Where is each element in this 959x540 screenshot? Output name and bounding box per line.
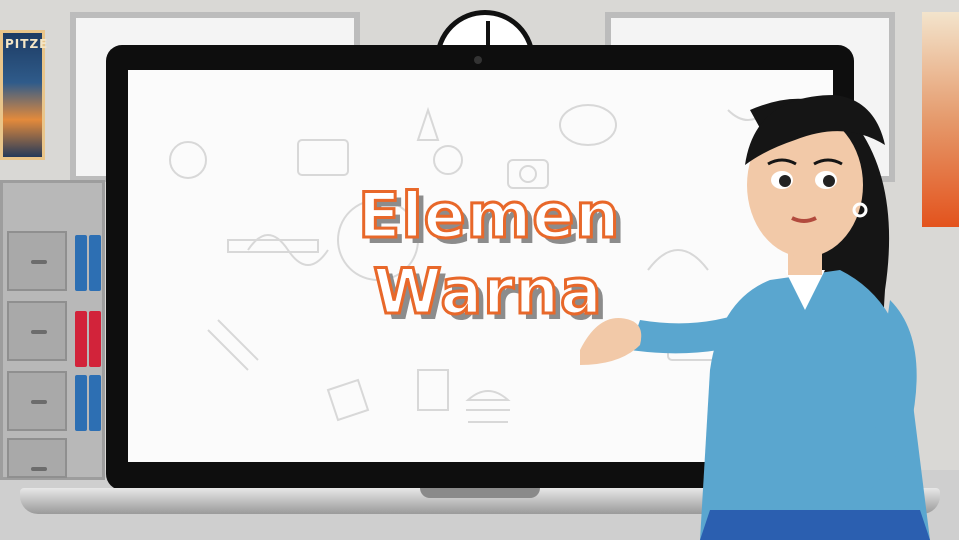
pupil-left: [779, 175, 791, 187]
binder: [89, 375, 101, 431]
webcam-icon: [474, 56, 482, 64]
doodle-keyboard-icon: [227, 239, 319, 253]
doodle-brush-icon: [207, 319, 259, 371]
doodle-burger-icon: [465, 390, 511, 423]
presenting-hand: [580, 318, 642, 365]
binder: [75, 235, 87, 291]
shelf-drawer: [7, 371, 67, 431]
doodle-tv-icon: [297, 139, 349, 176]
binder: [75, 375, 87, 431]
skirt: [700, 510, 930, 540]
wall-poster: PITZE: [0, 30, 49, 160]
doodle-lightbulb-icon: [433, 145, 463, 175]
scene: PITZE Elemen Warna: [0, 0, 959, 540]
shelf-drawer: [7, 231, 67, 291]
clock-hand: [486, 21, 490, 47]
shelf-drawer: [7, 438, 67, 478]
binder: [89, 235, 101, 291]
doodle-notebook-icon: [417, 369, 449, 411]
binder: [75, 311, 87, 367]
laptop-notch: [420, 488, 540, 498]
presenter-character: [580, 95, 930, 540]
doodle-circle: [169, 141, 207, 179]
pupil-right: [823, 175, 835, 187]
binder: [89, 311, 101, 367]
shelf-drawer: [7, 301, 67, 361]
poster-label: PITZE: [5, 37, 49, 51]
doodle-phone-icon: [326, 378, 370, 422]
doodle-pencil-icon: [416, 106, 440, 141]
bookshelf: [0, 180, 105, 480]
